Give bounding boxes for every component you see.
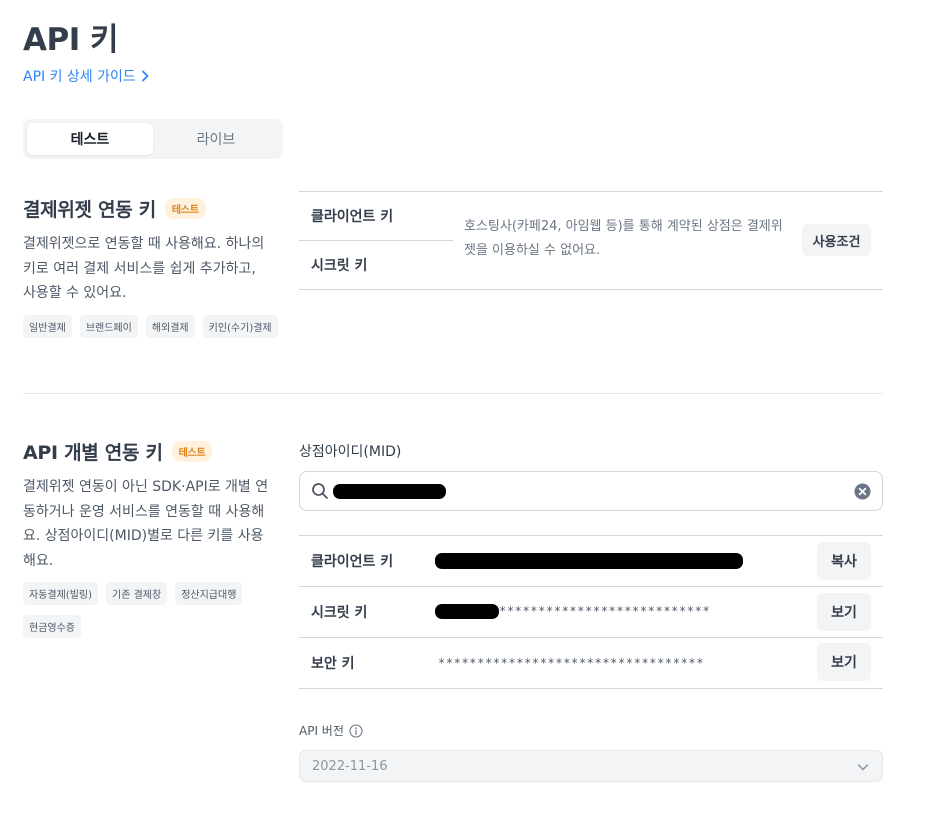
info-icon[interactable] xyxy=(349,723,363,738)
api-section-description: 결제위젯 연동이 아닌 SDK·API로 개별 연동하거나 운영 서비스를 연동… xyxy=(23,479,269,569)
widget-client-key-label: 클라이언트 키 xyxy=(311,209,394,225)
chevron-right-icon xyxy=(141,70,149,82)
widget-secret-key-label: 시크릿 키 xyxy=(311,258,368,274)
api-version-label: API 버전 xyxy=(299,722,363,739)
test-badge: 테스트 xyxy=(171,441,213,462)
secret-key-value: *************************** xyxy=(499,604,711,618)
redacted-secret-key xyxy=(435,604,499,619)
client-key-label: 클라이언트 키 xyxy=(311,554,394,570)
show-secret-key-button[interactable]: 보기 xyxy=(817,593,871,631)
hosting-notice: 호스팅사(카페24, 아임웹 등)를 통해 계약된 상점은 결제위젯을 이용하실… xyxy=(464,219,783,258)
widget-section-description: 결제위젯으로 연동할 때 사용해요. 하나의 키로 여러 결제 서비스를 쉽게 … xyxy=(23,236,265,301)
divider xyxy=(299,240,453,241)
api-key-guide-link[interactable]: API 키 상세 가이드 xyxy=(23,66,150,86)
chip-keyin-payment: 키인(수기)결제 xyxy=(202,315,278,338)
show-security-key-button[interactable]: 보기 xyxy=(817,643,871,681)
chip-legacy-checkout: 기존 결제창 xyxy=(106,582,168,605)
api-chip-list: 자동결제(빌링) 기존 결제창 정산지급대행 현금영수증 xyxy=(23,582,283,638)
redacted-client-key xyxy=(435,553,743,569)
tab-test[interactable]: 테스트 xyxy=(27,123,153,155)
api-section-title: API 개별 연동 키 테스트 xyxy=(23,438,213,465)
security-key-value: ********************************** xyxy=(438,656,705,670)
environment-toggle: 테스트 라이브 xyxy=(23,119,283,159)
chevron-down-icon xyxy=(857,764,869,771)
divider xyxy=(299,637,883,638)
chip-billing: 자동결제(빌링) xyxy=(23,582,99,605)
clear-icon[interactable] xyxy=(854,483,871,500)
divider xyxy=(299,535,883,536)
divider xyxy=(299,289,883,290)
api-version-value: 2022-11-16 xyxy=(312,759,388,774)
redacted-mid xyxy=(333,484,446,499)
chip-brandpay: 브랜드페이 xyxy=(79,315,138,338)
security-key-label: 보안 키 xyxy=(311,656,355,672)
chip-cash-receipt: 현금영수증 xyxy=(23,615,81,638)
tab-live[interactable]: 라이브 xyxy=(153,123,279,155)
copy-client-key-button[interactable]: 복사 xyxy=(817,542,871,580)
search-icon xyxy=(312,483,328,499)
api-section-title-text: API 개별 연동 키 xyxy=(23,442,163,464)
terms-button[interactable]: 사용조건 xyxy=(802,224,871,256)
guide-link-label: API 키 상세 가이드 xyxy=(23,69,136,85)
divider xyxy=(299,191,883,192)
mid-search-input[interactable] xyxy=(299,471,883,511)
chip-payout: 정산지급대행 xyxy=(175,582,243,605)
divider xyxy=(299,688,883,689)
widget-section-title-text: 결제위젯 연동 키 xyxy=(23,199,156,221)
chip-overseas-payment: 해외결제 xyxy=(145,315,195,338)
chip-general-payment: 일반결제 xyxy=(23,315,72,338)
section-divider xyxy=(23,393,883,394)
widget-section-title: 결제위젯 연동 키 테스트 xyxy=(23,195,206,222)
api-version-label-text: API 버전 xyxy=(299,724,344,738)
page-title: API 키 xyxy=(23,22,119,58)
test-badge: 테스트 xyxy=(164,198,206,219)
widget-chip-list: 일반결제 브랜드페이 해외결제 키인(수기)결제 xyxy=(23,315,283,338)
divider xyxy=(299,586,883,587)
secret-key-label: 시크릿 키 xyxy=(311,605,368,621)
mid-label: 상점아이디(MID) xyxy=(299,444,402,460)
api-version-select[interactable]: 2022-11-16 xyxy=(299,750,883,782)
